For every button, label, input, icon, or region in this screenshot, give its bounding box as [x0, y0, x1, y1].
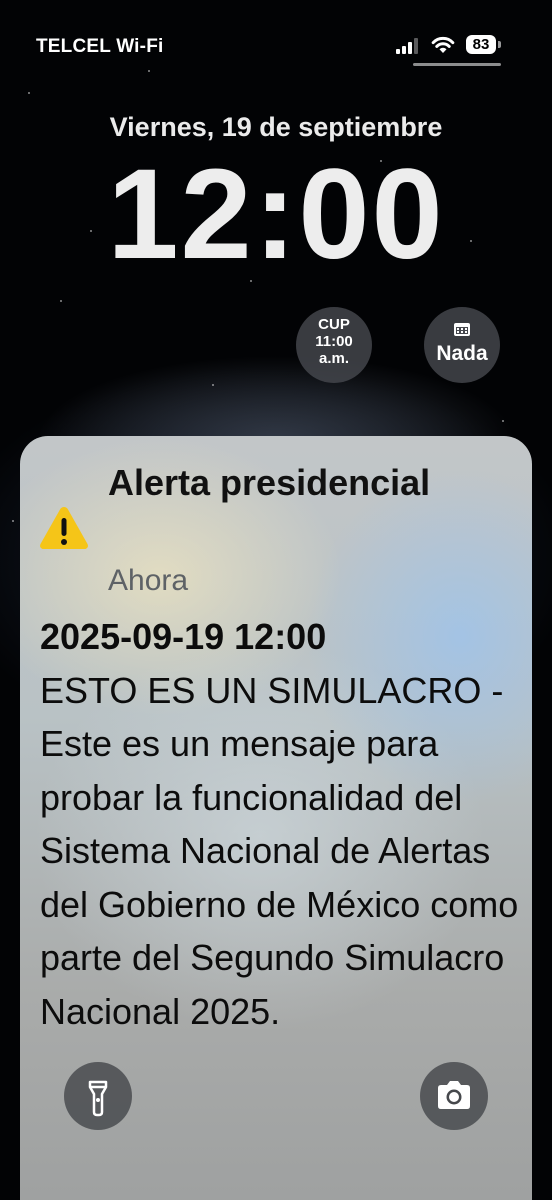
cup-widget[interactable]: CUP 11:00 a.m. [296, 307, 372, 383]
camera-button[interactable] [420, 1062, 488, 1130]
battery-cap [498, 41, 501, 48]
calendar-widget[interactable]: Nada [424, 307, 500, 383]
notification-body: 2025-09-19 12:00 ESTO ES UN SIMULACRO - … [40, 610, 520, 1038]
lock-time: 12:00 [107, 143, 445, 286]
cup-widget-ampm: a.m. [318, 350, 349, 367]
lock-date: Viernes, 19 de septiembre [109, 112, 443, 142]
warning-icon [40, 507, 88, 549]
status-bar: TELCEL Wi-Fi 83 [0, 0, 552, 80]
calendar-icon [454, 323, 470, 336]
flashlight-icon [88, 1080, 108, 1117]
control-center-handle[interactable] [413, 63, 501, 66]
notification-time: Ahora [108, 564, 189, 597]
notification-timestamp: 2025-09-19 12:00 [40, 616, 327, 657]
flashlight-button[interactable] [64, 1062, 132, 1130]
signal-icon [396, 38, 422, 54]
cup-widget-time: 11:00 [315, 333, 353, 350]
camera-icon [438, 1081, 470, 1109]
battery-indicator: 83 [466, 35, 496, 54]
notification-title: Alerta presidencial [108, 462, 431, 503]
notification-message: ESTO ES UN SIMULACRO - Este es un mensaj… [40, 669, 519, 1032]
calendar-widget-label: Nada [436, 342, 488, 365]
lock-screen: TELCEL Wi-Fi 83 Viernes, 19 de septiembr… [0, 0, 552, 1200]
carrier-label: TELCEL Wi-Fi [36, 36, 164, 57]
wifi-icon [431, 36, 455, 53]
cup-widget-title: CUP [318, 316, 350, 333]
